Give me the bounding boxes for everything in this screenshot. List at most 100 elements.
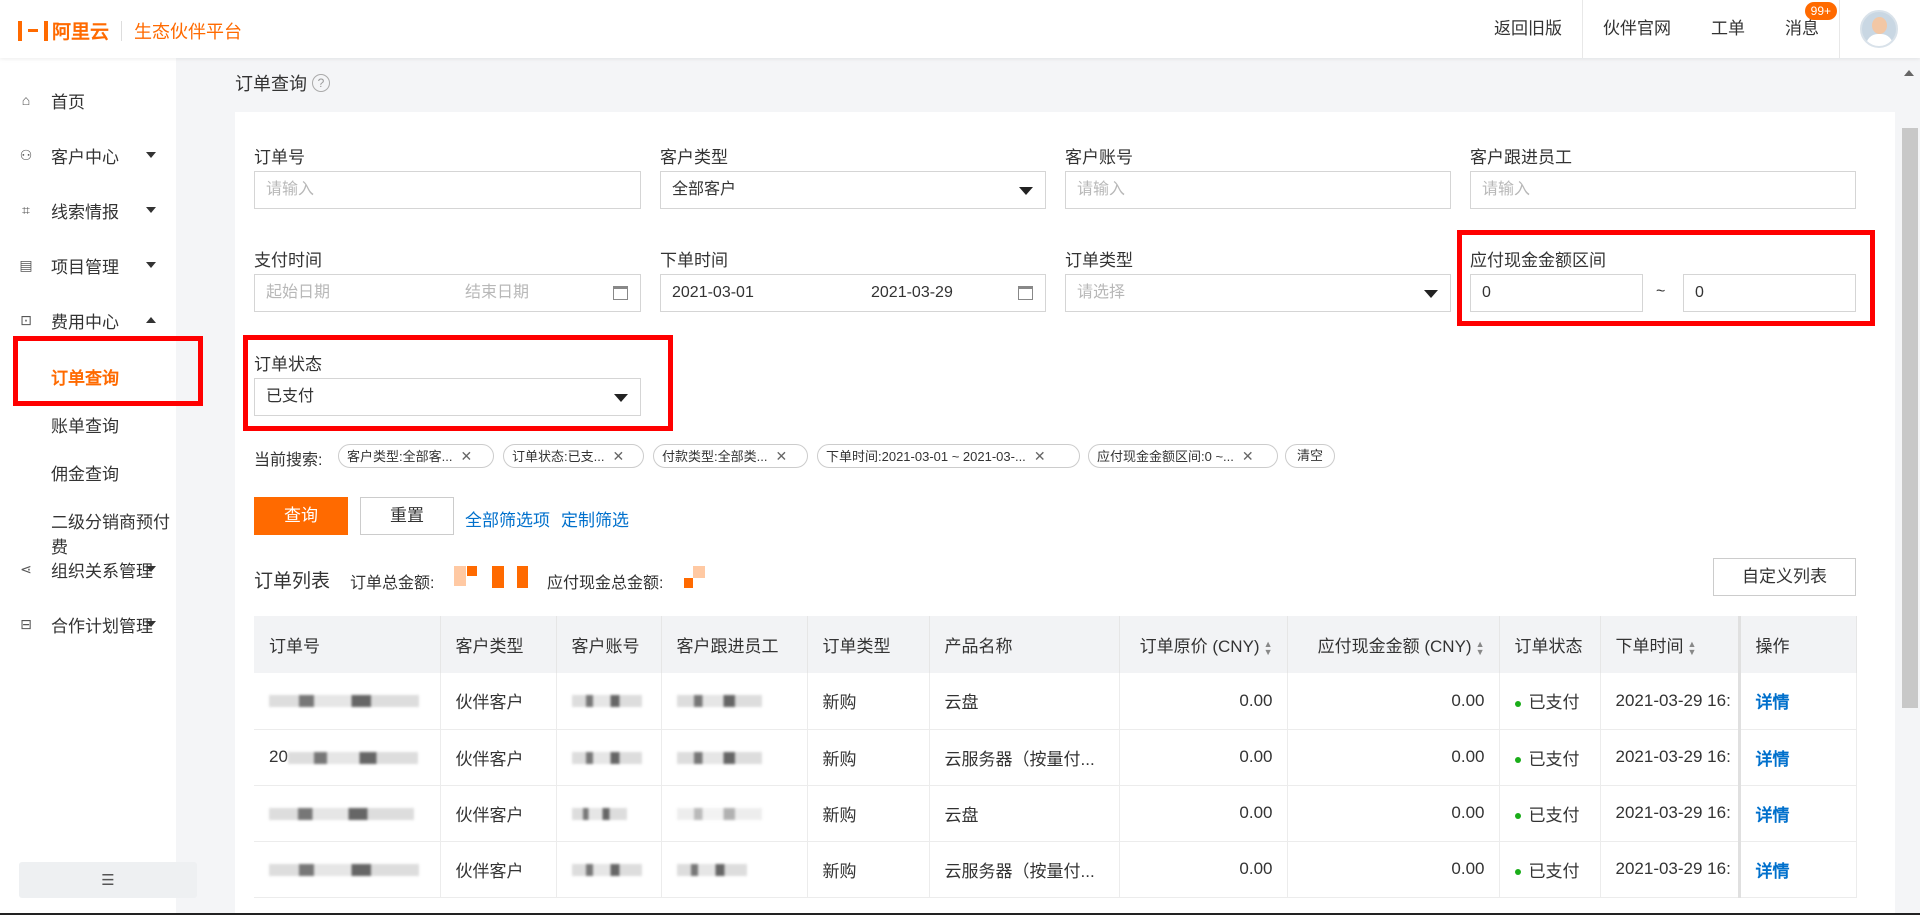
- order-table: 订单号 客户类型 客户账号 客户跟进员工 订单类型 产品名称 订单原价 (CNY…: [254, 616, 1857, 898]
- table-row: 伙伴客户 新购 云盘 0.00 0.00 已支付 2021-03-29 16: …: [254, 673, 1857, 730]
- sidebar-collapse-button[interactable]: ☰: [19, 862, 197, 898]
- order-type-select[interactable]: 请选择: [1065, 274, 1451, 312]
- billing-icon: ⊡: [20, 312, 32, 328]
- cell-customer-type: 伙伴客户: [440, 841, 557, 898]
- search-tag[interactable]: 客户类型:全部客... ✕: [338, 444, 494, 468]
- order-type-label: 订单类型: [1065, 251, 1133, 270]
- search-tag[interactable]: 订单状态:已支... ✕: [503, 444, 644, 468]
- search-tag[interactable]: 下单时间:2021-03-01 ~ 2021-03-... ✕: [817, 444, 1080, 468]
- pay-time-range-picker[interactable]: 起始日期 结束日期: [254, 274, 641, 312]
- cell-status: 已支付: [1499, 785, 1601, 842]
- chevron-down-icon: [146, 566, 156, 572]
- redacted-text: [269, 863, 419, 876]
- col-order-type: 订单类型: [807, 616, 930, 673]
- status-text: 已支付: [1528, 861, 1580, 881]
- redacted-text: [571, 807, 627, 820]
- search-button[interactable]: 查询: [254, 497, 348, 535]
- clear-search-button[interactable]: 清空: [1285, 444, 1335, 468]
- sort-icon[interactable]: ▲ ▼: [1264, 639, 1273, 656]
- reset-button[interactable]: 重置: [360, 497, 454, 535]
- sidebar-item-plans[interactable]: ⊟ 合作计划管理: [0, 606, 176, 642]
- sidebar-item-label: 线索情报: [51, 202, 119, 222]
- detail-link[interactable]: 详情: [1756, 862, 1790, 881]
- table-row: 伙伴客户 新购 云服务器（按量付... 0.00 0.00 已支付 2021-0…: [254, 841, 1857, 898]
- top-bar: 阿里云 生态伙伴平台 返回旧版 伙伴官网 工单 消息 99+: [0, 0, 1920, 58]
- sidebar-subitem-bill-query[interactable]: 账单查询: [51, 412, 119, 437]
- cell-original-price: 0.00: [1119, 841, 1288, 898]
- redacted-text: [571, 863, 642, 876]
- page-title: 订单查询 ?: [235, 70, 330, 96]
- search-tag[interactable]: 应付现金金额区间:0 ~... ✕: [1088, 444, 1278, 468]
- close-icon[interactable]: ✕: [1034, 448, 1046, 464]
- cell-cash-amount: 0.00: [1287, 841, 1500, 898]
- sidebar-item-customer-center[interactable]: ⚇ 客户中心: [0, 137, 176, 173]
- col-original-price[interactable]: 订单原价 (CNY) ▲ ▼: [1119, 616, 1288, 673]
- col-actions: 操作: [1737, 616, 1857, 673]
- messages-link[interactable]: 消息: [1765, 19, 1839, 38]
- follow-staff-input[interactable]: 请输入: [1470, 171, 1856, 209]
- detail-link[interactable]: 详情: [1756, 806, 1790, 825]
- customer-account-label: 客户账号: [1065, 148, 1133, 167]
- sidebar-item-projects[interactable]: ▤ 项目管理: [0, 247, 176, 283]
- all-filters-link[interactable]: 全部筛选项: [465, 506, 550, 531]
- redacted-total: [492, 566, 504, 588]
- user-avatar[interactable]: [1860, 10, 1898, 48]
- cell-actions: 详情: [1737, 729, 1857, 786]
- sidebar-subitem-commission-query[interactable]: 佣金查询: [51, 460, 119, 485]
- detail-link[interactable]: 详情: [1756, 693, 1790, 712]
- collapse-menu-icon: ☰: [101, 872, 115, 889]
- pay-time-start-placeholder: 起始日期: [266, 284, 331, 301]
- cell-staff: [661, 673, 808, 730]
- cell-order-type: 新购: [807, 785, 930, 842]
- sidebar-item-org[interactable]: ⋖ 组织关系管理: [0, 551, 176, 587]
- sidebar-item-label: 客户中心: [51, 147, 119, 167]
- chevron-down-icon: [146, 621, 156, 627]
- order-time-start: 2021-03-01: [672, 284, 754, 301]
- sidebar-item-home[interactable]: ⌂ 首页: [0, 82, 176, 118]
- customer-account-input[interactable]: 请输入: [1065, 171, 1451, 209]
- messages-wrapper: 消息 99+: [1765, 0, 1839, 58]
- close-icon[interactable]: ✕: [1242, 448, 1254, 464]
- table-row: 20 伙伴客户 新购 云服务器（按量付... 0.00 0.00 已支付 202…: [254, 729, 1857, 786]
- order-time-range-picker[interactable]: 2021-03-01 2021-03-29: [660, 274, 1046, 312]
- project-icon: ▤: [19, 257, 33, 273]
- ticket-link[interactable]: 工单: [1691, 0, 1765, 58]
- brand-logo[interactable]: 阿里云 生态伙伴平台: [18, 17, 242, 44]
- back-to-old-version-link[interactable]: 返回旧版: [1474, 0, 1582, 58]
- chevron-down-icon: [146, 262, 156, 268]
- search-tag[interactable]: 付款类型:全部类... ✕: [653, 444, 808, 468]
- table-row: 伙伴客户 新购 云盘 0.00 0.00 已支付 2021-03-29 16: …: [254, 785, 1857, 842]
- cell-original-price: 0.00: [1119, 785, 1288, 842]
- close-icon[interactable]: ✕: [460, 448, 472, 464]
- order-no-input[interactable]: 请输入: [254, 171, 641, 209]
- chevron-down-icon: [1424, 290, 1438, 298]
- col-order-time[interactable]: 下单时间 ▲ ▼: [1600, 616, 1740, 673]
- customize-list-button[interactable]: 自定义列表: [1713, 558, 1856, 596]
- partner-website-link[interactable]: 伙伴官网: [1583, 0, 1691, 58]
- detail-link[interactable]: 详情: [1756, 750, 1790, 769]
- highlight-box: [13, 336, 203, 406]
- sidebar-item-label: 首页: [51, 92, 85, 112]
- sort-icon[interactable]: ▲ ▼: [1476, 639, 1485, 656]
- redacted-total: [517, 566, 528, 588]
- col-customer-type: 客户类型: [440, 616, 557, 673]
- highlight-box: [1457, 230, 1875, 326]
- close-icon[interactable]: ✕: [775, 448, 787, 464]
- col-cash-amount[interactable]: 应付现金金额 (CNY) ▲ ▼: [1287, 616, 1500, 673]
- customer-type-select[interactable]: 全部客户: [660, 171, 1046, 209]
- redacted-text: [676, 863, 747, 876]
- customer-type-label: 客户类型: [660, 148, 728, 167]
- order-time-end: 2021-03-29: [871, 284, 953, 301]
- help-icon[interactable]: ?: [312, 74, 330, 92]
- redacted-text: [676, 751, 762, 764]
- cell-order-time: 2021-03-29 16:: [1600, 841, 1740, 898]
- vertical-scrollbar[interactable]: [1902, 128, 1918, 708]
- sidebar-item-leads[interactable]: ⌗ 线索情报: [0, 192, 176, 228]
- scroll-up-icon[interactable]: [1904, 70, 1914, 76]
- sort-icon[interactable]: ▲ ▼: [1688, 639, 1697, 656]
- close-icon[interactable]: ✕: [612, 448, 624, 464]
- sidebar-item-billing-center[interactable]: ⊡ 费用中心: [0, 302, 176, 338]
- redacted-text: [676, 807, 762, 820]
- custom-filters-link[interactable]: 定制筛选: [561, 506, 629, 531]
- redacted-total: [454, 566, 466, 586]
